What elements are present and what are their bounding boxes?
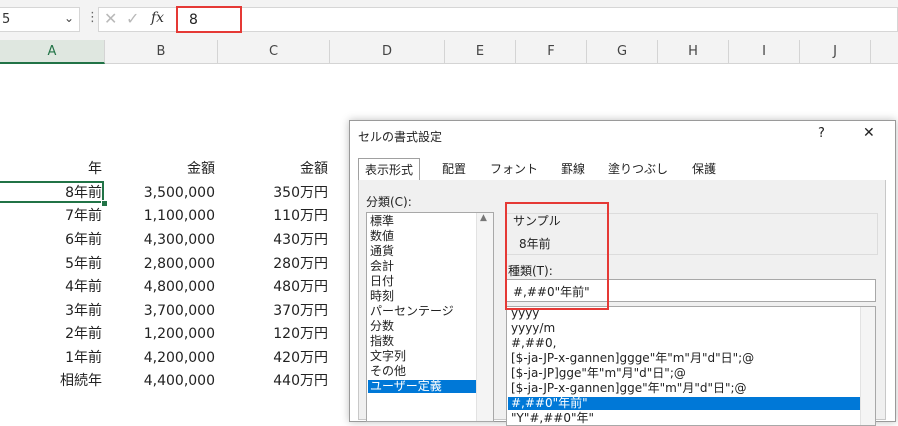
amount-cell[interactable]: 1,200,000 bbox=[105, 323, 215, 345]
cancel-icon[interactable]: ✕ bbox=[104, 9, 117, 28]
amount-man-cell[interactable]: 110万円 bbox=[218, 205, 328, 227]
amount-cell[interactable]: 4,300,000 bbox=[105, 229, 215, 251]
amount-cell[interactable]: 3,500,000 bbox=[105, 182, 215, 204]
fill-handle[interactable] bbox=[101, 200, 108, 207]
category-item[interactable]: その他 bbox=[370, 365, 406, 378]
year-cell[interactable]: 3年前 bbox=[0, 300, 102, 322]
category-item[interactable]: 指数 bbox=[370, 335, 394, 348]
scroll-up-icon[interactable]: ▲ bbox=[480, 213, 487, 223]
category-item[interactable]: 標準 bbox=[370, 215, 394, 228]
format-item[interactable]: [$-ja-JP]gge"年"m"月"d"日";@ bbox=[511, 367, 686, 380]
category-item[interactable]: 通貨 bbox=[370, 245, 394, 258]
category-item[interactable]: 会計 bbox=[370, 260, 394, 273]
column-header-f[interactable]: F bbox=[516, 40, 587, 64]
tab-alignment[interactable]: 配置 bbox=[428, 158, 480, 180]
amount-cell[interactable]: 2,800,000 bbox=[105, 253, 215, 275]
column-header-b[interactable]: B bbox=[105, 40, 218, 64]
format-item[interactable]: #,##0, bbox=[511, 337, 556, 350]
year-cell[interactable]: 5年前 bbox=[0, 253, 102, 275]
format-scrollbar[interactable] bbox=[860, 307, 875, 425]
year-cell[interactable]: 1年前 bbox=[0, 347, 102, 369]
active-cell-border bbox=[0, 181, 104, 203]
column-header-d[interactable]: D bbox=[330, 40, 445, 64]
format-item[interactable]: [$-ja-JP-x-gannen]gge"年"m"月"d"日";@ bbox=[511, 382, 747, 395]
tab-font[interactable]: フォント bbox=[482, 158, 546, 180]
enter-icon[interactable]: ✓ bbox=[126, 9, 139, 28]
header-cell-year[interactable]: 年 bbox=[0, 158, 102, 180]
format-item[interactable]: yyyy/m bbox=[511, 322, 555, 335]
column-header-h[interactable]: H bbox=[658, 40, 729, 64]
format-item-selected[interactable]: #,##0"年前" bbox=[508, 397, 862, 410]
column-header-a[interactable]: A bbox=[0, 40, 105, 64]
amount-man-cell[interactable]: 480万円 bbox=[218, 276, 328, 298]
category-item[interactable]: 時刻 bbox=[370, 290, 394, 303]
highlight-box-type-sample bbox=[505, 202, 609, 310]
amount-man-cell[interactable]: 370万円 bbox=[218, 300, 328, 322]
year-cell[interactable]: 6年前 bbox=[0, 229, 102, 251]
year-cell[interactable]: 7年前 bbox=[0, 205, 102, 227]
insert-function-icon[interactable]: fx bbox=[151, 10, 164, 26]
format-item[interactable]: [$-ja-JP-x-gannen]ggge"年"m"月"d"日";@ bbox=[511, 352, 754, 365]
category-list[interactable]: 標準 数値 通貨 会計 日付 時刻 パーセンテージ 分数 指数 文字列 その他 … bbox=[366, 212, 494, 422]
column-header-i[interactable]: I bbox=[729, 40, 800, 64]
category-item[interactable]: 分数 bbox=[370, 320, 394, 333]
year-cell[interactable]: 相続年 bbox=[0, 370, 102, 392]
amount-man-cell[interactable]: 420万円 bbox=[218, 347, 328, 369]
amount-cell[interactable]: 1,100,000 bbox=[105, 205, 215, 227]
amount-cell[interactable]: 4,800,000 bbox=[105, 276, 215, 298]
tab-fill[interactable]: 塗りつぶし bbox=[602, 158, 674, 180]
column-header-c[interactable]: C bbox=[218, 40, 330, 64]
amount-cell[interactable]: 3,700,000 bbox=[105, 300, 215, 322]
column-header-e[interactable]: E bbox=[445, 40, 516, 64]
category-item[interactable]: パーセンテージ bbox=[370, 305, 454, 318]
formula-value: 8 bbox=[189, 12, 198, 28]
amount-cell[interactable]: 4,400,000 bbox=[105, 370, 215, 392]
tab-number[interactable]: 表示形式 bbox=[358, 158, 420, 181]
amount-man-cell[interactable]: 120万円 bbox=[218, 323, 328, 345]
formula-input[interactable]: 8 bbox=[176, 6, 242, 33]
amount-man-cell[interactable]: 440万円 bbox=[218, 370, 328, 392]
help-icon[interactable]: ? bbox=[818, 126, 825, 141]
formula-bar: 5 ⌄ ⋮ ✕ ✓ fx 8 bbox=[0, 0, 898, 40]
name-box-value: 5 bbox=[2, 12, 11, 27]
header-cell-amount-man[interactable]: 金額 bbox=[218, 158, 328, 180]
column-header-g[interactable]: G bbox=[587, 40, 658, 64]
tab-protection[interactable]: 保護 bbox=[680, 158, 728, 180]
close-icon[interactable]: ✕ bbox=[863, 125, 875, 141]
category-item-selected[interactable]: ユーザー定義 bbox=[368, 380, 480, 393]
amount-man-cell[interactable]: 430万円 bbox=[218, 229, 328, 251]
category-label: 分類(C): bbox=[366, 195, 412, 209]
category-item[interactable]: 文字列 bbox=[370, 350, 406, 363]
amount-man-cell[interactable]: 280万円 bbox=[218, 253, 328, 275]
chevron-down-icon[interactable]: ⌄ bbox=[64, 11, 74, 25]
format-list[interactable]: yyyy yyyy/m #,##0, [$-ja-JP-x-gannen]ggg… bbox=[506, 306, 876, 426]
year-cell[interactable]: 4年前 bbox=[0, 276, 102, 298]
category-item[interactable]: 数値 bbox=[370, 230, 394, 243]
category-scrollbar[interactable]: ▲ bbox=[476, 213, 493, 421]
category-item[interactable]: 日付 bbox=[370, 275, 394, 288]
amount-man-cell[interactable]: 350万円 bbox=[218, 182, 328, 204]
dialog-tabs: 表示形式 配置 フォント 罫線 塗りつぶし 保護 bbox=[358, 158, 886, 181]
year-cell[interactable]: 2年前 bbox=[0, 323, 102, 345]
name-box[interactable]: 5 ⌄ bbox=[0, 7, 80, 32]
dialog-title: セルの書式設定 bbox=[358, 130, 443, 144]
format-item[interactable]: "Y"#,##0"年" bbox=[511, 412, 594, 425]
column-header-row: A B C D E F G H I J bbox=[0, 40, 898, 64]
amount-cell[interactable]: 4,200,000 bbox=[105, 347, 215, 369]
tab-border[interactable]: 罫線 bbox=[548, 158, 598, 180]
header-cell-amount[interactable]: 金額 bbox=[105, 158, 215, 180]
column-header-j[interactable]: J bbox=[800, 40, 871, 64]
